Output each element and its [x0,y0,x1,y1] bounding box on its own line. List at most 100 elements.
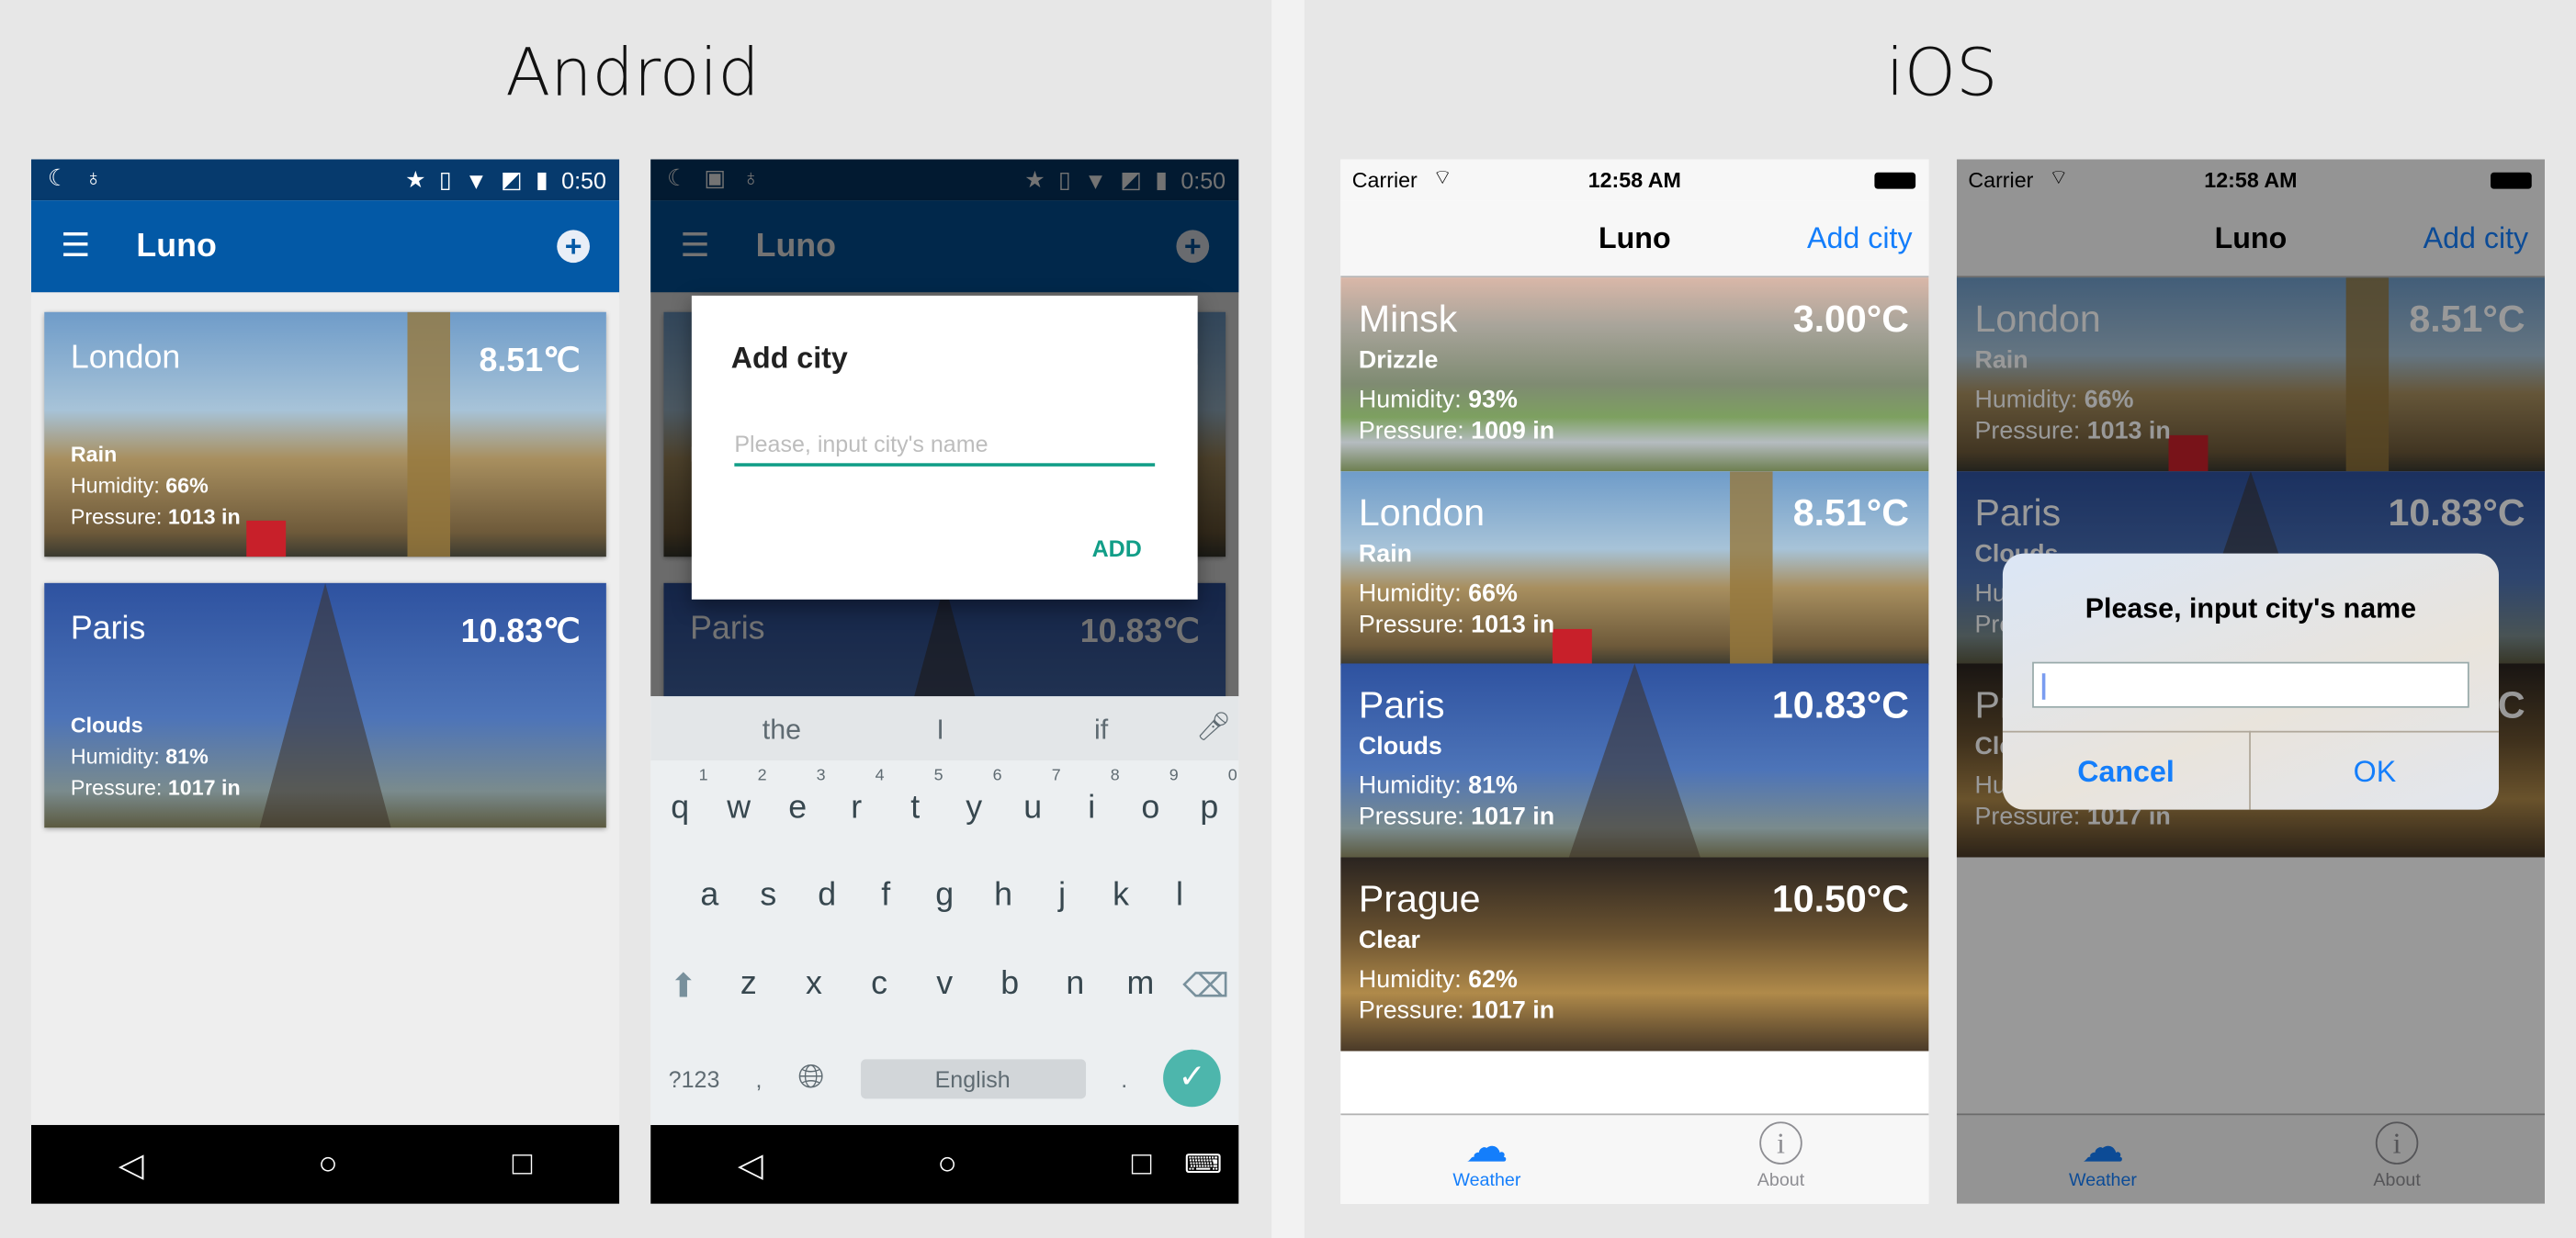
city-name-input[interactable] [2032,661,2469,708]
humidity: Humidity: 66% [1358,579,1518,607]
add-city-icon[interactable]: + [557,230,590,264]
backspace-key[interactable]: ⌫ [1181,966,1231,1007]
space-bar[interactable]: English [860,1058,1086,1098]
temperature: 10.50°C [1771,876,1909,919]
humidity: Humidity: 81% [70,744,209,769]
key[interactable]: j [1037,877,1087,915]
key[interactable]: v [920,966,969,1007]
condition: Rain [1358,539,1413,568]
humidity: Humidity: 93% [1358,386,1518,414]
tab-about[interactable]: i About [1682,1121,1880,1190]
pressure: Pressure: 1009 in [1358,417,1555,445]
key[interactable]: z [724,966,774,1007]
city-name-input[interactable]: Please, input city's name [734,431,1156,467]
key[interactable]: u7 [1008,767,1060,827]
recents-icon[interactable]: □ [513,1145,533,1183]
keyboard-icon[interactable]: ⌨ [1184,1148,1222,1181]
tab-bar: ☁︎ Weather i About [1340,1113,1929,1204]
key[interactable]: s [743,877,793,915]
temperature: 8.51℃ [479,343,581,380]
key[interactable]: h [978,877,1028,915]
tab-weather[interactable]: ☁︎ Weather [1388,1121,1586,1190]
nav-bar: ◁ ○ □ [30,1124,620,1204]
menu-icon[interactable]: ☰ [61,230,90,263]
key[interactable]: i8 [1067,767,1119,827]
city-name: Paris [70,611,146,647]
humidity: Humidity: 62% [1358,964,1518,994]
suggestion[interactable]: the [763,715,801,748]
pressure: Pressure: 1017 in [1358,803,1555,831]
microphone-icon[interactable]: 🎤︎ [1196,711,1232,744]
key[interactable]: q1 [655,767,707,827]
add-city-button[interactable]: Add city [1807,221,1913,256]
big-ben-image [1730,470,1773,665]
city-list: London 8.51℃ Rain Humidity: 66% Pressure: 10… [30,292,620,1125]
pressure: Pressure: 1017 in [1358,996,1555,1024]
key[interactable]: l [1155,877,1204,915]
key-row-1: q1w2e3r4t5y6u7i8o9p0 [650,767,1238,827]
ios-add-city-screen: Carrier ⌔ 12:58 AM Luno Add city London 8.51°C… [1956,159,2546,1204]
moon-icon: ☾ [47,163,69,191]
key[interactable]: m [1116,966,1166,1007]
symbols-key[interactable]: ?123 [669,1065,720,1092]
android-main-screen: ☾ ♁ ★ ▯ ▼ ◩ ▮ 0:50 ☰ Luno + London 8.51℃ Rain Humidity… [30,159,620,1204]
back-icon[interactable]: ◁ [738,1144,763,1186]
key[interactable]: o9 [1125,767,1178,827]
add-button[interactable]: ADD [1092,535,1142,562]
temperature: 10.83℃ [460,613,581,651]
star-icon: ★ [405,165,426,193]
temperature: 10.83°C [1771,682,1909,726]
key[interactable]: a [684,877,734,915]
big-ben-image [407,311,450,557]
key[interactable]: t5 [890,767,943,827]
comma-key[interactable]: , [755,1065,762,1092]
status-bar: Carrier ⌔ 12:58 AM [1340,159,1929,201]
condition: Clouds [70,713,143,737]
key[interactable]: n [1051,966,1101,1007]
status-bar: ☾ ♁ ★ ▯ ▼ ◩ ▮ 0:50 [30,159,620,201]
condition: Rain [70,442,118,467]
key[interactable]: r4 [831,767,884,827]
city-card[interactable]: London 8.51°C Rain Humidity: 66% Pressure: 1… [1340,470,1929,665]
key[interactable]: x [789,966,839,1007]
cloud-icon: ☁︎ [1465,1121,1508,1172]
recents-icon[interactable]: □ [1132,1145,1152,1183]
humidity: Humidity: 81% [1358,771,1518,800]
key[interactable]: k [1096,877,1146,915]
city-card[interactable]: London 8.51℃ Rain Humidity: 66% Pressure: 10… [44,311,606,557]
key[interactable]: b [985,966,1034,1007]
done-key[interactable]: ✓ [1163,1049,1221,1108]
city-name: London [1358,490,1486,534]
key[interactable]: d [802,877,852,915]
key[interactable]: f [861,877,910,915]
key[interactable]: c [854,966,904,1007]
bus-image [246,520,287,557]
ok-button[interactable]: OK [2250,730,2499,810]
alert-title: Please, input city's name [2085,592,2417,625]
suggestion[interactable]: if [1094,715,1108,748]
period-key[interactable]: . [1121,1065,1127,1092]
key[interactable]: y6 [949,767,1001,827]
city-card[interactable]: Prague 10.50°C Clear Humidity: 62%Pressure:… [1340,856,1929,1051]
suggestion[interactable]: I [936,715,943,748]
temperature: 8.51°C [1792,490,1909,534]
key-row-3: ⬆ z x c v b n m ⌫ [650,966,1238,1007]
home-icon[interactable]: ○ [937,1145,957,1183]
home-icon[interactable]: ○ [318,1145,338,1183]
city-card[interactable]: Paris 10.83℃ Clouds Humidity: 81% Pressure: … [44,582,606,828]
key[interactable]: p0 [1184,767,1237,827]
key[interactable]: g [920,877,969,915]
key[interactable]: e3 [773,767,825,827]
cancel-button[interactable]: Cancel [2002,730,2251,810]
eiffel-tower-image [259,582,391,828]
globe-icon[interactable]: 🌐︎ [797,1059,824,1097]
bus-image [1552,628,1592,665]
city-card[interactable]: Paris 10.83°C Clouds Humidity: 81% Pressure:… [1340,663,1929,858]
city-card[interactable]: Minsk 3.00°C Drizzle Humidity: 93% Pressure:… [1340,277,1929,472]
shift-key[interactable]: ⬆ [659,966,708,1007]
back-icon[interactable]: ◁ [119,1144,144,1186]
key[interactable]: w2 [714,767,766,827]
pressure: Pressure: 1017 in [70,775,241,800]
app-bar: ☰ Luno + [30,200,620,293]
keyboard: the Iif 🎤︎ q 1 w 2 e 3 r 4 t 5 y 6 u 7 i 8 o 9 p 0 a s d f g h j k l ⬆ z x… [650,696,1239,1125]
